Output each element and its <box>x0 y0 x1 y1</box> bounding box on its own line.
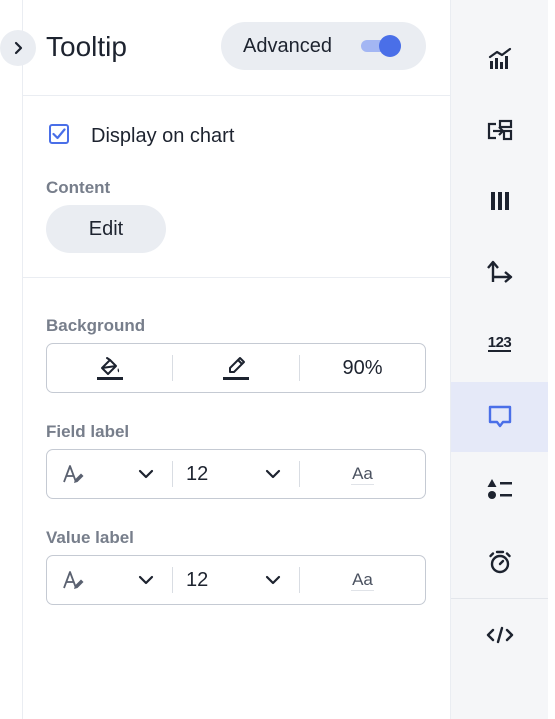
rail-item-timer[interactable] <box>451 527 548 597</box>
rail-item-tooltip[interactable] <box>451 382 548 452</box>
chart-type-icon <box>488 47 511 69</box>
divider <box>23 277 450 278</box>
tooltip-icon <box>488 405 511 428</box>
font-style-icon <box>63 465 84 483</box>
chevron-down-icon <box>265 575 281 585</box>
font-style-icon <box>63 571 84 589</box>
switch-knob <box>379 35 401 57</box>
advanced-switch[interactable] <box>361 35 403 57</box>
code-icon <box>486 626 513 644</box>
collapse-panel-button[interactable] <box>0 30 36 66</box>
display-on-chart-checkbox[interactable] <box>49 124 69 144</box>
value-font-size-dropdown[interactable]: 12 <box>173 556 299 604</box>
pencil-color-icon <box>223 357 249 380</box>
field-label-settings-box: 12 Aa <box>46 449 426 499</box>
rail-item-number-format[interactable]: 123 <box>451 308 548 378</box>
chevron-right-icon <box>14 41 23 55</box>
rail-divider <box>451 598 548 599</box>
rail-item-code[interactable] <box>451 600 548 670</box>
chevron-down-icon <box>265 469 281 479</box>
content-section-label: Content <box>46 178 111 197</box>
fill-color-picker[interactable] <box>47 344 172 392</box>
number-format-icon: 123 <box>487 333 512 352</box>
field-font-style-dropdown[interactable] <box>47 450 172 498</box>
divider <box>23 95 450 96</box>
settings-icon-rail: 123 <box>450 0 548 719</box>
value-label-section-label: Value label <box>46 528 134 547</box>
value-font-size-value: 12 <box>186 568 209 591</box>
timer-icon <box>488 550 511 574</box>
rail-item-legend[interactable] <box>451 455 548 525</box>
legend-list-icon <box>487 479 512 499</box>
rail-item-axes[interactable] <box>451 237 548 307</box>
rail-item-data[interactable] <box>451 95 548 165</box>
advanced-label: Advanced <box>243 34 332 57</box>
text-case-icon: Aa <box>351 569 374 591</box>
border-color-picker[interactable] <box>173 344 299 392</box>
advanced-toggle[interactable]: Advanced <box>221 22 426 70</box>
rail-item-chart-type[interactable] <box>451 24 548 94</box>
background-settings-box: 90% <box>46 343 426 393</box>
chevron-down-icon <box>138 575 154 585</box>
axes-icon <box>486 260 512 283</box>
data-transfer-icon <box>487 119 512 141</box>
left-border <box>22 0 23 719</box>
field-label-section-label: Field label <box>46 422 130 441</box>
panel-title: Tooltip <box>46 31 127 62</box>
paint-bucket-icon <box>96 357 123 380</box>
field-font-size-dropdown[interactable]: 12 <box>173 450 299 498</box>
value-text-case-button[interactable]: Aa <box>300 556 425 604</box>
rail-item-columns[interactable] <box>451 166 548 236</box>
chevron-down-icon <box>138 469 154 479</box>
display-on-chart-label: Display on chart <box>91 125 235 147</box>
text-case-icon: Aa <box>351 463 374 485</box>
edit-content-button[interactable]: Edit <box>46 205 166 253</box>
columns-icon <box>490 192 509 210</box>
field-font-size-value: 12 <box>186 462 209 485</box>
value-font-style-dropdown[interactable] <box>47 556 172 604</box>
opacity-value: 90% <box>342 356 383 379</box>
value-label-settings-box: 12 Aa <box>46 555 426 605</box>
opacity-field[interactable]: 90% <box>300 344 425 392</box>
background-section-label: Background <box>46 316 146 335</box>
field-text-case-button[interactable]: Aa <box>300 450 425 498</box>
check-icon <box>52 128 66 140</box>
